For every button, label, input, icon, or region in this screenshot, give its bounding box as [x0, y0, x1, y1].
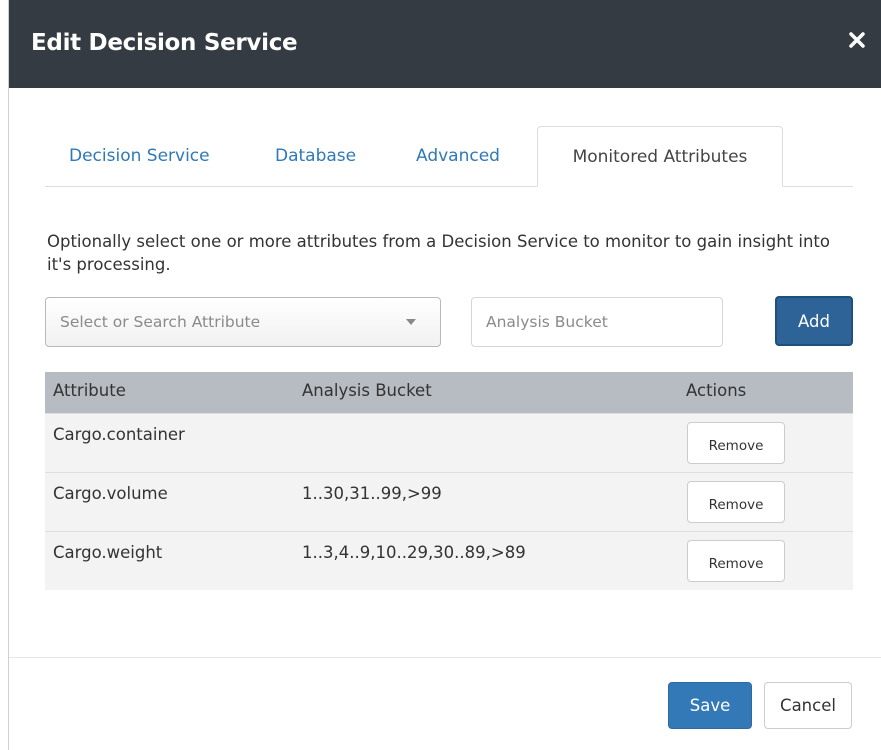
- remove-button[interactable]: Remove: [687, 540, 785, 582]
- caret-down-icon: [406, 319, 416, 325]
- table-row: Cargo.weight 1..3,4..9,10..29,30..89,>89…: [45, 531, 853, 590]
- header-attribute: Attribute: [53, 381, 126, 400]
- analysis-bucket-input[interactable]: [471, 297, 723, 347]
- dialog-title: Edit Decision Service: [31, 30, 298, 56]
- bucket-cell: 1..30,31..99,>99: [302, 484, 442, 503]
- attribute-cell: Cargo.volume: [53, 484, 168, 503]
- bucket-cell: 1..3,4..9,10..29,30..89,>89: [302, 543, 526, 562]
- cancel-button[interactable]: Cancel: [764, 682, 852, 729]
- tab-bar: Decision Service Database Advanced Monit…: [45, 126, 853, 187]
- attribute-select[interactable]: Select or Search Attribute: [45, 297, 441, 347]
- monitored-attributes-table: Attribute Analysis Bucket Actions Cargo.…: [45, 372, 853, 590]
- table-row: Cargo.volume 1..30,31..99,>99 Remove: [45, 472, 853, 531]
- table-header: Attribute Analysis Bucket Actions: [45, 372, 853, 413]
- edit-decision-service-dialog: Edit Decision Service Decision Service D…: [9, 0, 881, 750]
- footer-divider: [9, 657, 881, 658]
- table-row: Cargo.container Remove: [45, 413, 853, 472]
- tab-advanced[interactable]: Advanced: [416, 126, 500, 186]
- background-page-edge: [0, 0, 9, 750]
- header-actions: Actions: [686, 381, 747, 400]
- attribute-cell: Cargo.weight: [53, 543, 163, 562]
- tab-decision-service[interactable]: Decision Service: [69, 126, 210, 186]
- dialog-header: Edit Decision Service: [9, 0, 881, 88]
- help-text: Optionally select one or more attributes…: [47, 232, 830, 274]
- remove-button[interactable]: Remove: [687, 481, 785, 523]
- tab-database[interactable]: Database: [275, 126, 356, 186]
- close-icon[interactable]: [847, 30, 867, 50]
- attribute-select-placeholder: Select or Search Attribute: [60, 313, 261, 331]
- save-button[interactable]: Save: [668, 682, 752, 729]
- tab-monitored-attributes[interactable]: Monitored Attributes: [537, 126, 783, 187]
- remove-button[interactable]: Remove: [687, 422, 785, 464]
- header-analysis-bucket: Analysis Bucket: [302, 381, 432, 400]
- add-button[interactable]: Add: [775, 296, 853, 346]
- attribute-cell: Cargo.container: [53, 425, 185, 444]
